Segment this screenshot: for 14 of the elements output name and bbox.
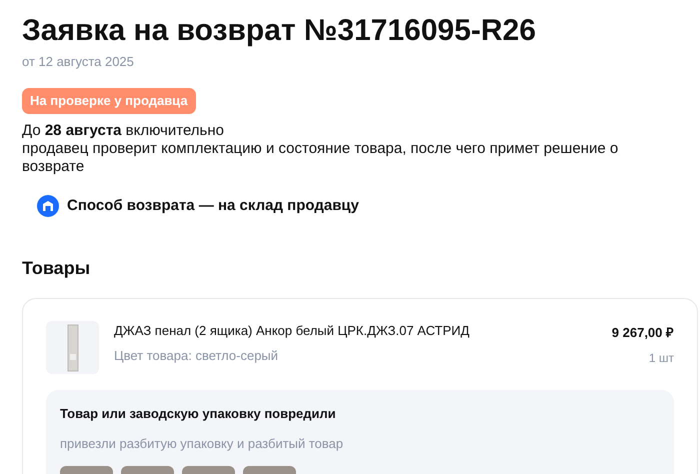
reason-title: Товар или заводскую упаковку повредили: [60, 405, 336, 423]
page-title: Заявка на возврат №31716095-R26: [22, 13, 536, 49]
return-method: Способ возврата — на склад продавцу: [67, 196, 359, 216]
deadline-text: До 28 августа включительно продавец проверит комплектацию и состояние товара, после чего примет решение о возврате: [22, 122, 620, 176]
product-price: 9 267,00 ₽: [612, 324, 674, 342]
status-badge: На проверке у продавца: [22, 88, 196, 114]
product-quantity: 1 шт: [648, 350, 674, 366]
product-image: [46, 321, 99, 374]
section-heading: Товары: [22, 257, 90, 280]
product-color: Цвет товара: светло-серый: [114, 348, 278, 363]
reason-comment: привезли разбитую упаковку и разбитый товар: [60, 436, 344, 451]
product-name: ДЖАЗ пенал (2 ящика) Анкор белый ЦРК.ДЖЗ.07 АСТРИД: [114, 322, 470, 340]
warehouse-icon: [37, 194, 59, 217]
request-date: от 12 августа 2025: [22, 54, 134, 69]
